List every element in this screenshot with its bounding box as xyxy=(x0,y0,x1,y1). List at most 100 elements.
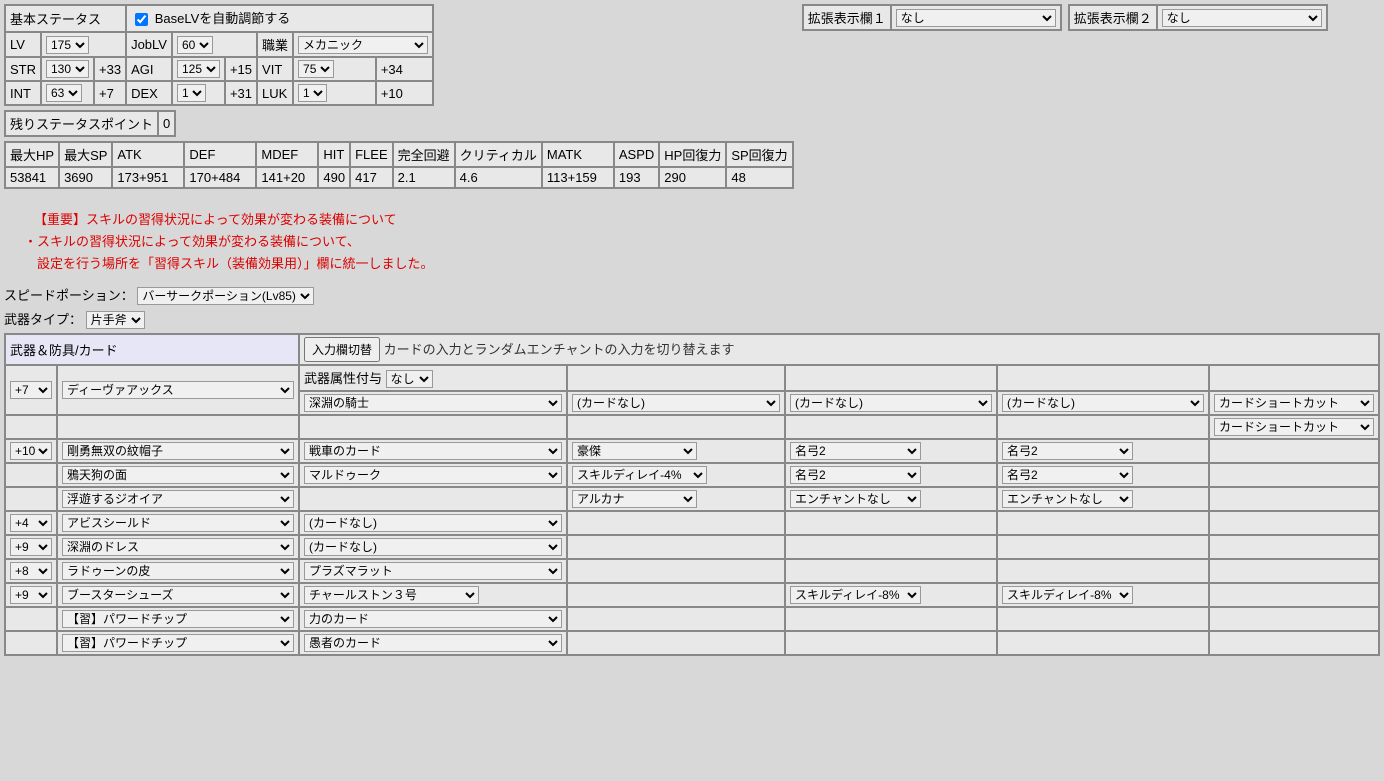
r8-card1[interactable]: チャールストン３号 xyxy=(304,586,479,604)
r0-card3[interactable]: (カードなし) xyxy=(790,394,992,412)
swap-button[interactable]: 入力欄切替 xyxy=(304,337,380,362)
watt-select[interactable]: なし xyxy=(386,370,433,388)
r0-card2[interactable]: (カードなし) xyxy=(572,394,780,412)
r3-card4[interactable]: 名弓2 xyxy=(1002,466,1133,484)
h-matk: MATK xyxy=(543,143,613,166)
r8-card4[interactable]: スキルディレイ-8% xyxy=(1002,586,1133,604)
ext2-select[interactable]: なし xyxy=(1162,9,1322,27)
r2-refine[interactable]: +10 xyxy=(10,442,52,460)
r9-card1[interactable]: 力のカード xyxy=(304,610,562,628)
r2-card1[interactable]: 戦車のカード xyxy=(304,442,562,460)
remain-value: 0 xyxy=(159,112,174,135)
r6-refine[interactable]: +9 xyxy=(10,538,52,556)
vit-label: VIT xyxy=(258,58,292,80)
h-maxhp: 最大HP xyxy=(6,143,58,166)
remain-label: 残りステータスポイント xyxy=(6,112,157,135)
luk-label: LUK xyxy=(258,82,292,104)
r7-item[interactable]: ラドゥーンの皮 xyxy=(62,562,294,580)
r6-card1[interactable]: (カードなし) xyxy=(304,538,562,556)
dex-select[interactable]: 1 xyxy=(177,84,206,102)
str-label: STR xyxy=(6,58,40,80)
swap-desc: カードの入力とランダムエンチャントの入力を切り替えます xyxy=(384,342,735,357)
r5-card1[interactable]: (カードなし) xyxy=(304,514,562,532)
r8-item[interactable]: ブースターシューズ xyxy=(62,586,294,604)
h-sprec: SP回復力 xyxy=(727,143,791,166)
wtype-label: 武器タイプ： xyxy=(4,312,82,327)
str-select[interactable]: 130 xyxy=(46,60,89,78)
h-mdef: MDEF xyxy=(257,143,317,166)
h-def: DEF xyxy=(185,143,255,166)
r4-card4[interactable]: エンチャントなし xyxy=(1002,490,1133,508)
h-aspd: ASPD xyxy=(615,143,658,166)
r9-item[interactable]: 【習】パワードチップ xyxy=(62,610,294,628)
int-bonus: +7 xyxy=(95,82,125,104)
r4-item[interactable]: 浮遊するジオイア xyxy=(62,490,294,508)
notice-l2: 設定を行う場所を「習得スキル（装備効果用）」欄に統一しました。 xyxy=(24,253,1380,275)
r10-card1[interactable]: 愚者のカード xyxy=(304,634,562,652)
v-hprec: 290 xyxy=(660,168,725,187)
job-select[interactable]: メカニック xyxy=(298,36,428,54)
r1-shortcut[interactable]: カードショートカット xyxy=(1214,418,1374,436)
r0-refine[interactable]: +7 xyxy=(10,381,52,399)
joblv-label: JobLV xyxy=(127,33,171,56)
v-def: 170+484 xyxy=(185,168,255,187)
h-flee: FLEE xyxy=(351,143,392,166)
ext1-label: 拡張表示欄１ xyxy=(804,6,890,29)
r0-card4[interactable]: (カードなし) xyxy=(1002,394,1204,412)
r0-shortcut[interactable]: カードショートカット xyxy=(1214,394,1374,412)
job-label: 職業 xyxy=(258,33,292,56)
r7-refine[interactable]: +8 xyxy=(10,562,52,580)
h-pd: 完全回避 xyxy=(394,143,454,166)
r2-card2[interactable]: 豪傑 xyxy=(572,442,697,460)
lv-select[interactable]: 175 xyxy=(46,36,89,54)
r2-item[interactable]: 剛勇無双の紋帽子 xyxy=(62,442,294,460)
v-mdef: 141+20 xyxy=(257,168,317,187)
auto-adjust-label: BaseLVを自動調節する xyxy=(155,11,291,26)
r4-card3[interactable]: エンチャントなし xyxy=(790,490,921,508)
notice-l1: ・スキルの習得状況によって効果が変わる装備について、 xyxy=(24,231,1380,253)
agi-bonus: +15 xyxy=(226,58,256,80)
vit-select[interactable]: 75 xyxy=(298,60,334,78)
v-maxhp: 53841 xyxy=(6,168,58,187)
h-hprec: HP回復力 xyxy=(660,143,725,166)
r7-card1[interactable]: プラズマラット xyxy=(304,562,562,580)
r5-refine[interactable]: +4 xyxy=(10,514,52,532)
r8-refine[interactable]: +9 xyxy=(10,586,52,604)
r2-card4[interactable]: 名弓2 xyxy=(1002,442,1133,460)
v-matk: 113+159 xyxy=(543,168,613,187)
r5-item[interactable]: アビスシールド xyxy=(62,514,294,532)
dex-bonus: +31 xyxy=(226,82,256,104)
r0-card1[interactable]: 深淵の騎士 xyxy=(304,394,562,412)
r3-card1[interactable]: マルドゥーク xyxy=(304,466,562,484)
joblv-select[interactable]: 60 xyxy=(177,36,213,54)
h-cri: クリティカル xyxy=(456,143,541,166)
v-flee: 417 xyxy=(351,168,392,187)
str-bonus: +33 xyxy=(95,58,125,80)
eq-header: 武器＆防具/カード xyxy=(6,335,298,364)
luk-select[interactable]: 1 xyxy=(298,84,327,102)
speed-select[interactable]: バーサークポーション(Lv85) xyxy=(137,287,314,305)
v-maxsp: 3690 xyxy=(60,168,111,187)
v-atk: 173+951 xyxy=(113,168,183,187)
r10-item[interactable]: 【習】パワードチップ xyxy=(62,634,294,652)
notice-block: 【重要】スキルの習得状況によって効果が変わる装備について ・スキルの習得状況によ… xyxy=(34,209,1380,275)
r2-card3[interactable]: 名弓2 xyxy=(790,442,921,460)
auto-adjust-checkbox[interactable] xyxy=(135,13,148,26)
agi-label: AGI xyxy=(127,58,171,80)
wtype-select[interactable]: 片手斧 xyxy=(86,311,145,329)
r3-card3[interactable]: 名弓2 xyxy=(790,466,921,484)
r3-item[interactable]: 鴉天狗の面 xyxy=(62,466,294,484)
r0-item[interactable]: ディーヴァアックス xyxy=(62,381,294,399)
r8-card3[interactable]: スキルディレイ-8% xyxy=(790,586,921,604)
h-hit: HIT xyxy=(319,143,349,166)
int-select[interactable]: 63 xyxy=(46,84,82,102)
r4-card2[interactable]: アルカナ xyxy=(572,490,697,508)
r3-card2[interactable]: スキルディレイ-4% xyxy=(572,466,707,484)
lv-label: LV xyxy=(6,33,40,56)
v-cri: 4.6 xyxy=(456,168,541,187)
base-status-title: 基本ステータス xyxy=(6,6,125,31)
ext1-select[interactable]: なし xyxy=(896,9,1056,27)
agi-select[interactable]: 125 xyxy=(177,60,220,78)
r6-item[interactable]: 深淵のドレス xyxy=(62,538,294,556)
v-hit: 490 xyxy=(319,168,349,187)
